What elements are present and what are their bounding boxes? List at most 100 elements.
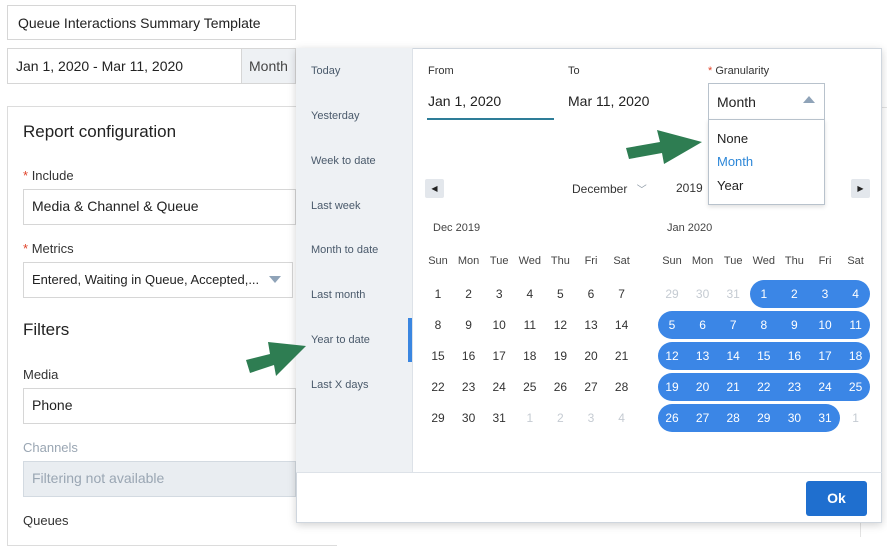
calendar-day[interactable]: 1 <box>749 280 779 308</box>
from-input-underline <box>427 118 554 120</box>
calendar-day[interactable]: 21 <box>607 342 637 370</box>
media-select[interactable]: Phone <box>23 388 296 424</box>
granularity-tag[interactable]: Month <box>241 48 296 84</box>
calendar-day[interactable]: 14 <box>607 311 637 339</box>
preset-last-month[interactable]: Last month <box>311 289 365 301</box>
calendar-day[interactable]: 1 <box>423 280 453 308</box>
calendar-day[interactable]: 30 <box>688 280 718 308</box>
calendar-day[interactable]: 25 <box>841 373 871 401</box>
calendar-day[interactable]: 23 <box>454 373 484 401</box>
preset-last-week[interactable]: Last week <box>311 200 361 212</box>
chevron-up-icon[interactable] <box>803 96 815 103</box>
calendar-day[interactable]: 27 <box>688 404 718 432</box>
calendar-day[interactable]: 12 <box>657 342 687 370</box>
preset-last-x-days[interactable]: Last X days <box>311 379 368 391</box>
calendar-day[interactable]: 2 <box>545 404 575 432</box>
calendar-day[interactable]: 30 <box>779 404 809 432</box>
calendar-day[interactable]: 27 <box>576 373 606 401</box>
calendar-day[interactable]: 16 <box>779 342 809 370</box>
calendar-day[interactable]: 24 <box>810 373 840 401</box>
calendar-day[interactable]: 20 <box>576 342 606 370</box>
calendar-day[interactable]: 13 <box>688 342 718 370</box>
calendar-day[interactable]: 16 <box>454 342 484 370</box>
calendar-day[interactable]: 22 <box>423 373 453 401</box>
ok-button[interactable]: Ok <box>806 481 867 516</box>
preset-today[interactable]: Today <box>311 65 340 77</box>
calendar-day[interactable]: 5 <box>657 311 687 339</box>
calendar-day[interactable]: 10 <box>484 311 514 339</box>
granularity-option-year[interactable]: Year <box>717 178 743 193</box>
preset-year-to-date[interactable]: Year to date <box>311 334 370 346</box>
calendar-day[interactable]: 19 <box>545 342 575 370</box>
calendar-day[interactable]: 18 <box>515 342 545 370</box>
calendar-day[interactable]: 2 <box>454 280 484 308</box>
calendar-day[interactable]: 29 <box>657 280 687 308</box>
calendar-day[interactable]: 5 <box>545 280 575 308</box>
annotation-arrow-icon <box>246 342 306 376</box>
month-select[interactable]: December ﹀ <box>572 181 647 196</box>
calendar-day[interactable]: 7 <box>607 280 637 308</box>
calendar-day[interactable]: 29 <box>749 404 779 432</box>
calendar-day[interactable]: 6 <box>688 311 718 339</box>
calendar-day[interactable]: 15 <box>749 342 779 370</box>
calendar-day[interactable]: 11 <box>515 311 545 339</box>
preset-yesterday[interactable]: Yesterday <box>311 110 360 122</box>
prev-month-button[interactable]: ◀ <box>425 179 444 198</box>
calendar-day[interactable]: 12 <box>545 311 575 339</box>
calendar-day[interactable]: 31 <box>810 404 840 432</box>
year-select[interactable]: 2019 <box>676 181 703 195</box>
calendar-day[interactable]: 4 <box>607 404 637 432</box>
calendar-day[interactable]: 11 <box>841 311 871 339</box>
calendar-day[interactable]: 1 <box>841 404 871 432</box>
calendar-day[interactable]: 9 <box>779 311 809 339</box>
calendar-day[interactable]: 3 <box>484 280 514 308</box>
calendar-day[interactable]: 31 <box>484 404 514 432</box>
calendar-day[interactable]: 14 <box>718 342 748 370</box>
to-date-input[interactable]: Mar 11, 2020 <box>568 93 649 109</box>
calendar-day[interactable]: 26 <box>545 373 575 401</box>
calendar-day[interactable]: 21 <box>718 373 748 401</box>
metrics-select[interactable]: Entered, Waiting in Queue, Accepted,... <box>23 262 293 298</box>
weekday-header: Sat <box>847 255 864 267</box>
calendar-day[interactable]: 19 <box>657 373 687 401</box>
calendar-day[interactable]: 4 <box>515 280 545 308</box>
calendar-day[interactable]: 4 <box>841 280 871 308</box>
calendar-day[interactable]: 1 <box>515 404 545 432</box>
calendar-day[interactable]: 20 <box>688 373 718 401</box>
calendar-day[interactable]: 31 <box>718 280 748 308</box>
calendar-day[interactable]: 23 <box>779 373 809 401</box>
calendar-day[interactable]: 24 <box>484 373 514 401</box>
calendar-day[interactable]: 9 <box>454 311 484 339</box>
calendar-day[interactable]: 17 <box>810 342 840 370</box>
calendar-day[interactable]: 25 <box>515 373 545 401</box>
calendar-day[interactable]: 8 <box>423 311 453 339</box>
calendar-day[interactable]: 3 <box>576 404 606 432</box>
calendar-day[interactable]: 10 <box>810 311 840 339</box>
calendar-day[interactable]: 30 <box>454 404 484 432</box>
calendar-day[interactable]: 22 <box>749 373 779 401</box>
calendar-day[interactable]: 3 <box>810 280 840 308</box>
calendar-day[interactable]: 8 <box>749 311 779 339</box>
calendar-day[interactable]: 18 <box>841 342 871 370</box>
calendar-day[interactable]: 29 <box>423 404 453 432</box>
calendar-day[interactable]: 28 <box>718 404 748 432</box>
preset-week-to-date[interactable]: Week to date <box>311 155 376 167</box>
next-month-button[interactable]: ▶ <box>851 179 870 198</box>
preset-month-to-date[interactable]: Month to date <box>311 244 378 256</box>
template-name-field[interactable]: Queue Interactions Summary Template <box>7 5 296 40</box>
include-select[interactable]: Media & Channel & Queue <box>23 189 296 225</box>
calendar-day[interactable]: 15 <box>423 342 453 370</box>
calendar-day[interactable]: 28 <box>607 373 637 401</box>
calendar-day[interactable]: 6 <box>576 280 606 308</box>
granularity-option-none[interactable]: None <box>717 131 748 146</box>
granularity-option-month[interactable]: Month <box>717 154 753 169</box>
from-date-input[interactable]: Jan 1, 2020 <box>428 93 501 109</box>
chevron-down-icon[interactable] <box>269 276 281 283</box>
weekday-header: Tue <box>489 255 509 267</box>
calendar-day[interactable]: 17 <box>484 342 514 370</box>
calendar-day[interactable]: 2 <box>779 280 809 308</box>
calendar-day[interactable]: 26 <box>657 404 687 432</box>
date-range-field[interactable]: Jan 1, 2020 - Mar 11, 2020 <box>7 48 242 84</box>
calendar-day[interactable]: 7 <box>718 311 748 339</box>
calendar-day[interactable]: 13 <box>576 311 606 339</box>
